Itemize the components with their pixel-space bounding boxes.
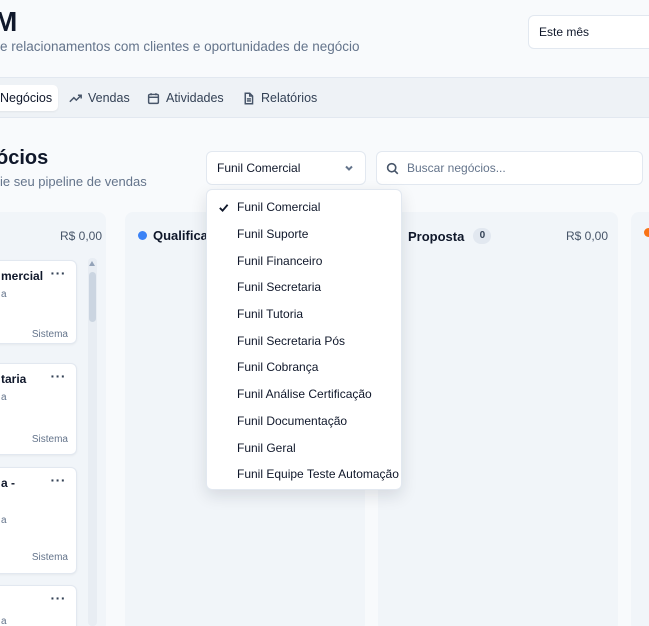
- column-header: Proposta 0: [408, 228, 492, 244]
- chevron-down-icon: [345, 165, 353, 171]
- trending-up-icon: [69, 94, 82, 102]
- column-header: [644, 228, 649, 237]
- period-select[interactable]: Este mês: [528, 15, 649, 49]
- deal-owner: Sistema: [31, 434, 68, 445]
- dropdown-option-funil-geral[interactable]: Funil Geral: [207, 434, 401, 461]
- app-header: M e relacionamentos com clientes e oport…: [0, 0, 649, 78]
- tab-atividades[interactable]: Atividades: [141, 85, 230, 111]
- more-options-icon[interactable]: ···: [51, 265, 67, 281]
- nav-label: Atividades: [166, 91, 224, 105]
- dropdown-option-funil-suporte[interactable]: Funil Suporte: [207, 221, 401, 248]
- more-options-icon[interactable]: ···: [51, 368, 67, 384]
- deal-subtitle: a: [1, 289, 7, 300]
- option-label: Funil Cobrança: [237, 360, 319, 375]
- search-input[interactable]: [407, 161, 617, 175]
- column-header: Qualifica: [138, 228, 208, 243]
- calendar-icon: [147, 92, 160, 104]
- check-icon: [218, 202, 229, 213]
- deal-card[interactable]: taria a Sistema ···: [0, 363, 77, 455]
- option-label: Funil Secretaria: [237, 280, 322, 295]
- option-label: Funil Comercial: [237, 200, 321, 215]
- file-text-icon: [244, 91, 254, 105]
- more-options-icon[interactable]: ···: [51, 472, 67, 488]
- tab-negocios[interactable]: Negócios: [0, 85, 59, 111]
- option-label: Funil Suporte: [237, 227, 309, 242]
- tab-relatorios[interactable]: Relatórios: [236, 85, 323, 111]
- option-label: Funil Tutoria: [237, 307, 304, 322]
- scroll-thumb[interactable]: [89, 272, 96, 322]
- dropdown-option-funil-financeiro[interactable]: Funil Financeiro: [207, 247, 401, 274]
- status-dot-icon: [138, 231, 147, 240]
- dropdown-option-funil-secretaria-pos[interactable]: Funil Secretaria Pós: [207, 327, 401, 354]
- status-dot-icon: [644, 228, 649, 237]
- column-scrollbar[interactable]: [88, 258, 97, 626]
- search-box: [376, 151, 643, 185]
- tab-vendas[interactable]: Vendas: [63, 85, 136, 111]
- scroll-up-arrow-icon[interactable]: [89, 261, 95, 266]
- column-value: R$ 0,00: [566, 229, 609, 243]
- column-name: Proposta: [408, 228, 465, 244]
- column-value: R$ 0,00: [60, 229, 103, 243]
- dropdown-option-funil-equipe-teste-automacao[interactable]: Funil Equipe Teste Automação: [207, 461, 401, 488]
- funnel-dropdown-menu: Funil Comercial Funil Suporte Funil Fina…: [206, 189, 402, 490]
- count-badge: 0: [473, 228, 492, 244]
- nav-label: Negócios: [0, 91, 53, 105]
- dropdown-option-funil-cobranca[interactable]: Funil Cobrança: [207, 354, 401, 381]
- option-label: Funil Secretaria Pós: [237, 333, 346, 348]
- dropdown-option-funil-documentacao[interactable]: Funil Documentação: [207, 408, 401, 435]
- dropdown-option-funil-analise-certificacao[interactable]: Funil Análise Certificação: [207, 381, 401, 408]
- deal-subtitle: a: [1, 392, 7, 403]
- deal-card[interactable]: mercial a Sistema ···: [0, 260, 77, 344]
- nav-label: Relatórios: [261, 91, 318, 105]
- dropdown-option-funil-comercial[interactable]: Funil Comercial: [207, 194, 401, 221]
- main-nav: Negócios Vendas Atividades Relatórios: [0, 78, 649, 118]
- app-subtitle: e relacionamentos com clientes e oportun…: [0, 39, 360, 54]
- pipeline-column-next: [631, 212, 649, 626]
- deal-subtitle: a: [1, 515, 7, 526]
- deal-card[interactable]: a ···: [0, 585, 77, 626]
- pipeline-column-proposta: Proposta 0 R$ 0,00: [378, 212, 618, 626]
- funnel-select[interactable]: Funil Comercial: [206, 151, 366, 185]
- deal-owner: Sistema: [31, 552, 68, 563]
- option-label: Funil Análise Certificação: [237, 387, 372, 402]
- page-title: ócios: [0, 147, 49, 169]
- dropdown-option-funil-secretaria[interactable]: Funil Secretaria: [207, 274, 401, 301]
- deal-subtitle: a: [1, 616, 7, 626]
- option-label: Funil Financeiro: [237, 253, 323, 268]
- dropdown-option-funil-tutoria[interactable]: Funil Tutoria: [207, 301, 401, 328]
- nav-label: Vendas: [88, 91, 130, 105]
- column-name: Qualifica: [153, 228, 208, 243]
- page-subtitle: ie seu pipeline de vendas: [0, 174, 147, 189]
- option-label: Funil Documentação: [237, 413, 348, 428]
- more-options-icon[interactable]: ···: [51, 590, 67, 606]
- option-label: Funil Equipe Teste Automação: [237, 467, 399, 482]
- search-icon: [386, 162, 399, 174]
- option-label: Funil Geral: [237, 440, 296, 455]
- funnel-select-value: Funil Comercial: [217, 161, 301, 175]
- app-title: M: [0, 6, 18, 37]
- deal-card[interactable]: a - a Sistema ···: [0, 467, 77, 574]
- deal-owner: Sistema: [31, 329, 68, 340]
